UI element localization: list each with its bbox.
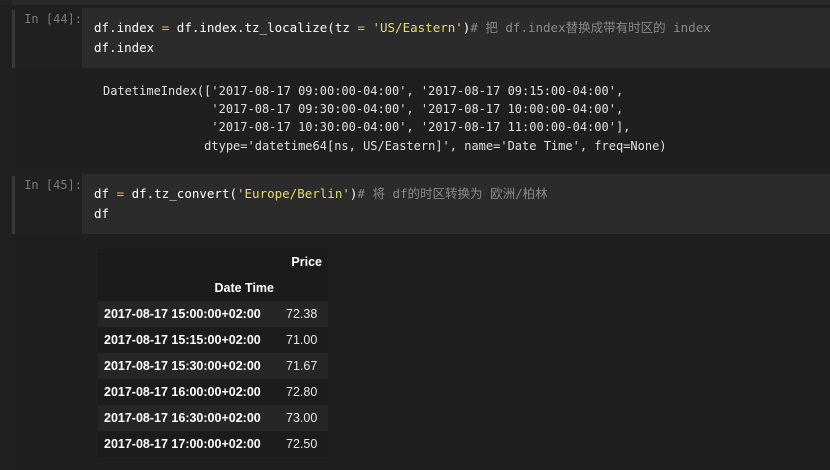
cell-44-code[interactable]: df.index = df.index.tz_localize(tz = 'US… [94, 18, 711, 57]
assign-operator: = [357, 20, 365, 35]
price-cell: 73.00 [280, 405, 328, 431]
output-line: dtype='datetime64[ns, US/Eastern]', name… [103, 138, 667, 153]
string-literal: 'US/Eastern' [372, 20, 463, 35]
datetime-index-output: DatetimeIndex(['2017-08-17 09:00:00-04:0… [103, 82, 667, 155]
output-line: '2017-08-17 09:30:00-04:00', '2017-08-17… [103, 102, 624, 117]
row-index: 2017-08-17 15:15:00+02:00 [98, 327, 280, 353]
previous-cell-edge-inner [12, 0, 830, 5]
string-literal: 'Europe/Berlin' [237, 186, 350, 201]
row-index: 2017-08-17 16:30:00+02:00 [98, 405, 280, 431]
output-line: '2017-08-17 10:30:00-04:00', '2017-08-17… [103, 120, 631, 135]
table-header-row: Price [98, 249, 328, 275]
code-text: df.index.tz_localize(tz [169, 20, 358, 35]
index-name-header: Date Time [98, 275, 280, 301]
price-cell: 72.50 [280, 431, 328, 457]
cell-44-prompt: In [44]: [24, 12, 82, 26]
table-row: 2017-08-17 17:00:00+02:00 72.50 [98, 431, 328, 457]
table-row: 2017-08-17 16:30:00+02:00 73.00 [98, 405, 328, 431]
blank-header-cell [280, 275, 328, 301]
table-row: 2017-08-17 15:15:00+02:00 71.00 [98, 327, 328, 353]
blank-header-cell [98, 249, 280, 275]
code-comment: # 把 df.index替换成带有时区的 index [470, 20, 711, 35]
code-text: df.tz_convert( [124, 186, 237, 201]
price-column-header: Price [280, 249, 328, 275]
previous-cell-edge [0, 0, 830, 5]
row-index: 2017-08-17 16:00:00+02:00 [98, 379, 280, 405]
cell-44-input[interactable]: df.index = df.index.tz_localize(tz = 'US… [82, 8, 830, 68]
table-row: 2017-08-17 15:00:00+02:00 72.38 [98, 301, 328, 327]
index-name-row: Date Time [98, 275, 328, 301]
code-text: df.index [94, 20, 162, 35]
code-comment: # 将 df的时区转换为 欧洲/柏林 [357, 186, 548, 201]
dataframe-table: Price Date Time 2017-08-17 15:00:00+02:0… [98, 249, 328, 457]
price-cell: 72.38 [280, 301, 328, 327]
price-cell: 72.80 [280, 379, 328, 405]
price-cell: 71.67 [280, 353, 328, 379]
row-index: 2017-08-17 15:00:00+02:00 [98, 301, 280, 327]
cell-45-prompt: In [45]: [24, 178, 82, 192]
table-row: 2017-08-17 16:00:00+02:00 72.80 [98, 379, 328, 405]
cell-45-code[interactable]: df = df.tz_convert('Europe/Berlin')# 将 d… [94, 184, 548, 223]
code-text: df [94, 205, 110, 221]
code-text: df.index [94, 39, 155, 55]
price-cell: 71.00 [280, 327, 328, 353]
row-index: 2017-08-17 15:30:00+02:00 [98, 353, 280, 379]
table-row: 2017-08-17 15:30:00+02:00 71.67 [98, 353, 328, 379]
cell-44-output: DatetimeIndex(['2017-08-17 09:00:00-04:0… [12, 68, 830, 168]
output-line: DatetimeIndex(['2017-08-17 09:00:00-04:0… [103, 84, 624, 98]
code-text: df [94, 186, 117, 201]
assign-operator: = [116, 186, 125, 201]
row-index: 2017-08-17 17:00:00+02:00 [98, 431, 280, 457]
cell-45-input[interactable]: df = df.tz_convert('Europe/Berlin')# 将 d… [82, 174, 830, 234]
